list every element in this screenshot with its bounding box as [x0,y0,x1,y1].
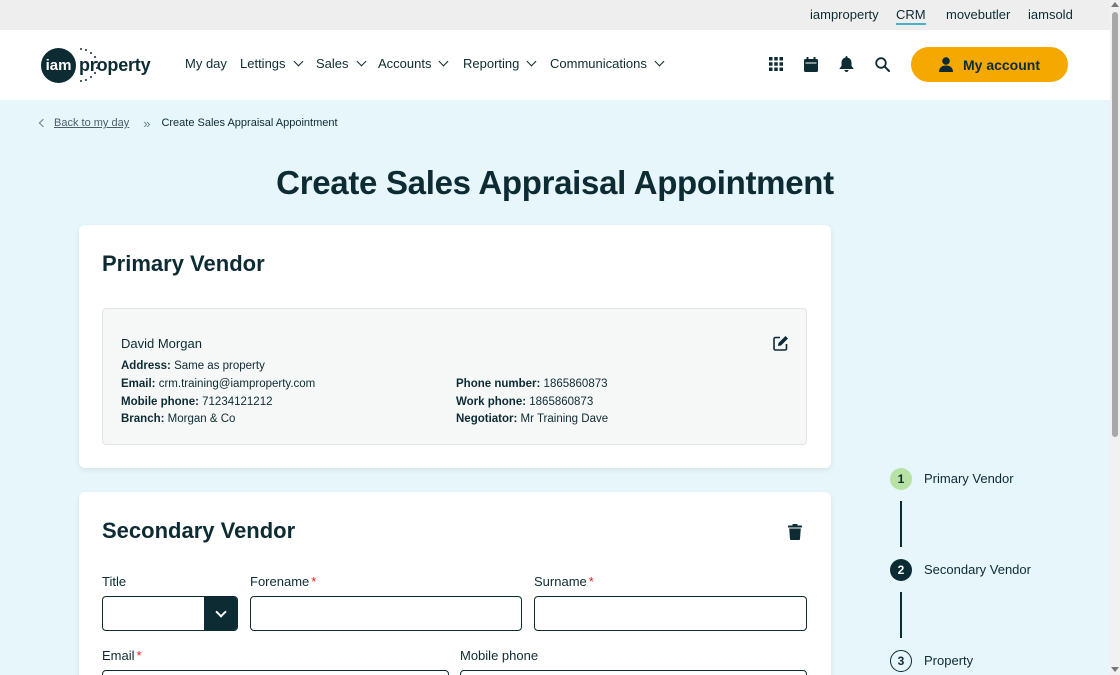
utility-bar: iamproperty CRM movebutler iamsold [0,0,1110,30]
branch-value: Morgan & Co [167,413,236,425]
step-label-primary-vendor[interactable]: Primary Vendor [924,471,1014,486]
mobile-phone-input[interactable] [460,670,807,675]
negotiator-label: Negotiator: [456,413,518,425]
secondary-vendor-title: Secondary Vendor [102,518,296,543]
mobile-phone-label: Mobile phone [460,648,539,663]
negotiator-value: Mr Training Dave [520,413,609,425]
scrollbar-thumb[interactable] [1112,12,1118,437]
primary-vendor-details: David Morgan Address: Same as property E… [102,308,807,445]
email-label: Email * [102,648,142,663]
utility-link-iamproperty[interactable]: iamproperty [810,7,879,22]
nav-label: Accounts [378,56,432,71]
vendor-address: Address: Same as property [121,360,265,372]
edit-icon[interactable] [773,335,789,351]
address-label: Address: [121,360,171,372]
title-label: Title [102,574,127,589]
nav-label: Lettings [240,56,286,71]
nav-label: Reporting [463,56,520,71]
surname-label-text: Surname [534,574,587,589]
chevron-down-icon [356,56,366,67]
nav-label: Sales [316,56,349,71]
surname-input[interactable] [534,596,807,631]
my-account-button[interactable]: My account [911,47,1068,82]
step-number-3: 3 [890,650,912,672]
chevron-left-icon [38,118,48,128]
vendor-work-phone: Work phone: 1865860873 [456,396,593,408]
mobile-value: 71234121212 [202,396,273,408]
utility-link-crm[interactable]: CRM [896,7,926,25]
vendor-name: David Morgan [121,336,202,351]
branch-label: Branch: [121,413,165,425]
nav-item-my-day[interactable]: My day [185,56,227,71]
primary-vendor-card: Primary Vendor David Morgan Address: Sam… [79,225,831,468]
vendor-mobile: Mobile phone: 71234121212 [121,396,273,408]
nav-item-sales[interactable]: Sales [316,56,366,71]
iamproperty-logo[interactable]: iam property [41,46,151,84]
required-mark: * [136,648,142,663]
forename-input[interactable] [250,596,522,631]
vendor-negotiator: Negotiator: Mr Training Dave [456,413,608,425]
step-connector [900,592,902,638]
secondary-vendor-card: Secondary Vendor Title Forename * Surname… [79,492,831,675]
calendar-icon[interactable] [801,54,821,74]
chevron-down-icon [214,605,227,618]
chevron-down-icon [293,56,303,67]
nav-label: Communications [550,56,647,71]
step-label-property[interactable]: Property [924,653,973,668]
page-scrollbar[interactable] [1110,0,1120,675]
vendor-phone: Phone number: 1865860873 [456,378,608,390]
surname-label: Surname * [534,574,594,589]
my-account-label: My account [962,56,1040,73]
nav-label: My day [185,56,227,71]
logo-dots-icon [80,48,98,82]
step-label-secondary-vendor[interactable]: Secondary Vendor [924,562,1031,577]
email-value: crm.training@iamproperty.com [158,378,316,390]
breadcrumb-separator: » [143,115,150,131]
utility-link-iamsold[interactable]: iamsold [1028,7,1073,22]
mobile-label: Mobile phone: [121,396,199,408]
nav-item-reporting[interactable]: Reporting [463,56,537,71]
bell-icon[interactable] [836,54,856,74]
breadcrumb-back-link[interactable]: Back to my day [54,117,129,129]
breadcrumb: Back to my day » Create Sales Appraisal … [38,115,338,131]
vendor-branch: Branch: Morgan & Co [121,413,235,425]
nav-item-communications[interactable]: Communications [550,56,665,71]
nav-item-lettings[interactable]: Lettings [240,56,303,71]
chevron-down-icon [439,56,449,67]
phone-value: 1865860873 [543,378,608,390]
step-number-1: 1 [890,468,912,490]
forename-label-text: Forename [250,574,310,589]
email-input[interactable] [102,670,449,675]
progress-stepper: 1 Primary Vendor 2 Secondary Vendor 3 Pr… [890,468,1090,675]
required-mark: * [311,574,317,589]
vendor-email: Email: crm.training@iamproperty.com [121,378,315,390]
forename-label: Forename * [250,574,316,589]
utility-link-movebutler[interactable]: movebutler [946,7,1010,22]
step-connector [900,501,902,547]
phone-label: Phone number: [456,378,541,390]
title-select[interactable] [102,596,238,631]
title-select-toggle[interactable] [204,597,237,630]
primary-vendor-title: Primary Vendor [102,251,265,276]
work-phone-value: 1865860873 [529,396,594,408]
step-number-2: 2 [890,559,912,581]
search-icon[interactable] [872,54,892,74]
chevron-down-icon [526,56,537,67]
trash-icon[interactable] [788,524,804,542]
apps-grid-icon[interactable] [766,54,786,74]
person-icon [938,57,953,72]
work-phone-label: Work phone: [456,396,527,408]
scroll-down-arrow-icon[interactable] [1111,667,1119,672]
email-label: Email: [121,378,156,390]
nav-item-accounts[interactable]: Accounts [378,56,449,71]
breadcrumb-current: Create Sales Appraisal Appointment [161,117,338,129]
chevron-down-icon [654,56,665,67]
main-header: iam property My day Lettings Sales Accou… [0,30,1110,100]
page-title: Create Sales Appraisal Appointment [276,164,834,201]
email-label-text: Email [102,648,135,663]
required-mark: * [588,574,594,589]
scroll-up-arrow-icon[interactable] [1111,2,1119,7]
address-value: Same as property [174,360,265,372]
